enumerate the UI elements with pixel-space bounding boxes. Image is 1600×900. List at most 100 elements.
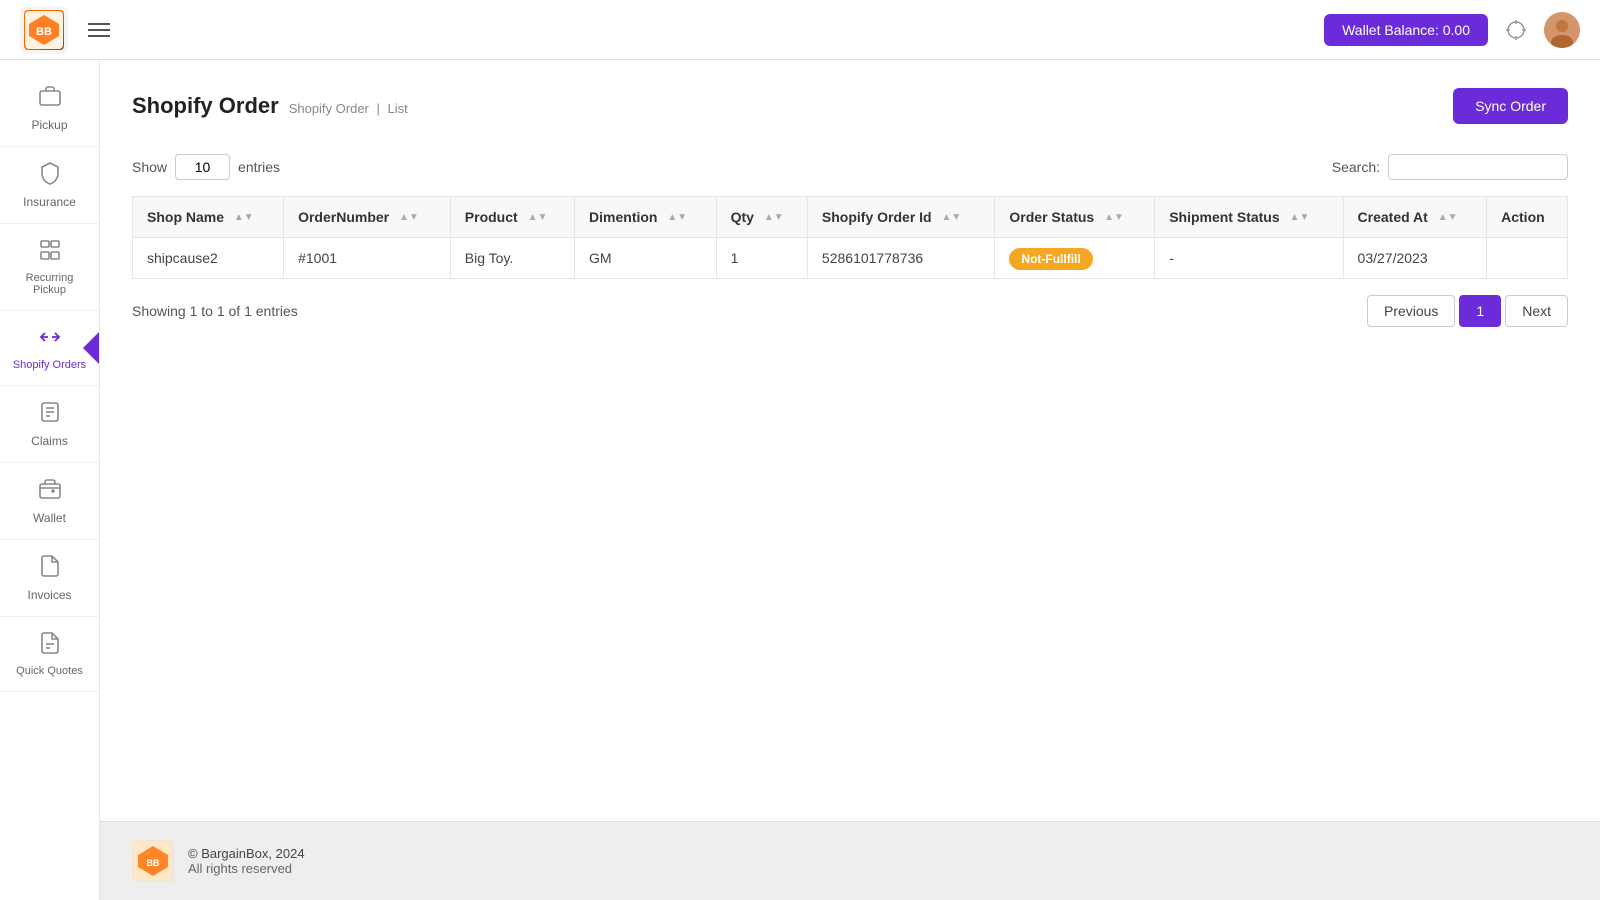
breadcrumb: Shopify Order | List [289,101,408,116]
footer-copyright: © BargainBox, 2024 [188,846,305,861]
sidebar-item-shopify-orders[interactable]: Shopify Orders [0,311,99,386]
page-title-area: Shopify Order Shopify Order | List [132,93,408,119]
claims-icon [38,400,62,428]
table-header: Shop Name ▲▼ OrderNumber ▲▼ Product ▲▼ [133,197,1568,238]
sidebar-label-claims: Claims [31,434,68,448]
main-content: Shopify Order Shopify Order | List Sync … [100,60,1600,900]
svg-text:BB: BB [36,26,52,38]
shopify-orders-icon [38,325,62,353]
sort-icon-dimention: ▲▼ [667,213,687,223]
page-1-button[interactable]: 1 [1459,295,1501,327]
col-order-status-label: Order Status [1009,209,1094,225]
breadcrumb-current: List [388,101,408,116]
sidebar-item-pickup[interactable]: Pickup [0,70,99,147]
sort-icon-shop-name: ▲▼ [234,213,254,223]
breadcrumb-separator: | [377,101,380,116]
sidebar: Pickup Insurance Recurring Pickup [0,60,100,900]
cell-shop-name: shipcause2 [133,238,284,279]
logo: BB [20,6,68,54]
col-order-number-label: OrderNumber [298,209,389,225]
entries-input[interactable] [175,154,230,180]
col-order-status[interactable]: Order Status ▲▼ [995,197,1155,238]
show-label: Show [132,159,167,175]
recurring-pickup-icon [38,238,62,266]
sort-icon-shipment-status: ▲▼ [1290,213,1310,223]
cell-qty: 1 [716,238,807,279]
wallet-balance-button[interactable]: Wallet Balance: 0.00 [1324,14,1488,46]
quick-quotes-icon [38,631,62,659]
footer-logo: BB [132,840,174,882]
showing-text: Showing 1 to 1 of 1 entries [132,303,298,319]
navbar-right: Wallet Balance: 0.00 [1324,12,1580,48]
cell-shipment-status: - [1155,238,1343,279]
page-title: Shopify Order [132,93,279,119]
cell-order-number: #1001 [284,238,451,279]
col-shopify-order-id[interactable]: Shopify Order Id ▲▼ [807,197,994,238]
sort-icon-shopify-order-id: ▲▼ [942,213,962,223]
col-product-label: Product [465,209,518,225]
page-header: Shopify Order Shopify Order | List Sync … [132,88,1568,124]
sidebar-item-recurring-pickup[interactable]: Recurring Pickup [0,224,99,311]
sidebar-item-claims[interactable]: Claims [0,386,99,463]
avatar[interactable] [1544,12,1580,48]
col-order-number[interactable]: OrderNumber ▲▼ [284,197,451,238]
sidebar-label-wallet: Wallet [33,511,66,525]
sidebar-item-insurance[interactable]: Insurance [0,147,99,224]
footer: BB © BargainBox, 2024 All rights reserve… [100,821,1600,900]
search-input[interactable] [1388,154,1568,180]
col-product[interactable]: Product ▲▼ [450,197,574,238]
col-created-at[interactable]: Created At ▲▼ [1343,197,1487,238]
previous-button[interactable]: Previous [1367,295,1455,327]
sidebar-label-quick-quotes: Quick Quotes [16,665,83,677]
cell-dimention: GM [575,238,717,279]
sort-icon-product: ▲▼ [528,213,548,223]
sort-icon-qty: ▲▼ [764,213,784,223]
sidebar-item-invoices[interactable]: Invoices [0,540,99,617]
col-action-label: Action [1501,209,1545,225]
sync-order-button[interactable]: Sync Order [1453,88,1568,124]
col-shopify-order-id-label: Shopify Order Id [822,209,932,225]
col-shop-name-label: Shop Name [147,209,224,225]
footer-text: © BargainBox, 2024 All rights reserved [188,846,305,876]
wallet-icon [38,477,62,505]
search-label: Search: [1332,159,1380,175]
search-area: Search: [1332,154,1568,180]
sidebar-item-quick-quotes[interactable]: Quick Quotes [0,617,99,692]
sidebar-label-pickup: Pickup [31,118,67,132]
navbar-left: BB [20,6,110,54]
col-qty-label: Qty [731,209,754,225]
cell-created-at: 03/27/2023 [1343,238,1487,279]
cell-order-status: Not-Fullfill [995,238,1155,279]
col-shipment-status[interactable]: Shipment Status ▲▼ [1155,197,1343,238]
col-qty[interactable]: Qty ▲▼ [716,197,807,238]
sidebar-label-invoices: Invoices [27,588,71,602]
sidebar-item-wallet[interactable]: Wallet [0,463,99,540]
col-action: Action [1487,197,1568,238]
logo-icon: BB [24,10,64,50]
col-shop-name[interactable]: Shop Name ▲▼ [133,197,284,238]
data-table: Shop Name ▲▼ OrderNumber ▲▼ Product ▲▼ [132,196,1568,279]
pagination-area: Showing 1 to 1 of 1 entries Previous 1 N… [132,295,1568,327]
footer-rights: All rights reserved [188,861,305,876]
sidebar-label-recurring-pickup: Recurring Pickup [8,272,91,296]
order-status-badge: Not-Fullfill [1009,248,1092,270]
navbar: BB Wallet Balance: 0.00 [0,0,1600,60]
table-body: shipcause2#1001Big Toy.GM15286101778736N… [133,238,1568,279]
hamburger-menu[interactable] [88,23,110,37]
invoices-icon [38,554,62,582]
content-area: Shopify Order Shopify Order | List Sync … [100,60,1600,821]
pickup-icon [38,84,62,112]
insurance-icon [38,161,62,189]
next-button[interactable]: Next [1505,295,1568,327]
svg-text:BB: BB [147,858,160,868]
col-shipment-status-label: Shipment Status [1169,209,1279,225]
cell-shopify-order-id: 5286101778736 [807,238,994,279]
layout: Pickup Insurance Recurring Pickup [0,60,1600,900]
sort-icon-order-number: ▲▼ [399,213,419,223]
crosshair-icon[interactable] [1502,16,1530,44]
col-dimention[interactable]: Dimention ▲▼ [575,197,717,238]
breadcrumb-parent-link[interactable]: Shopify Order [289,101,369,116]
sidebar-label-insurance: Insurance [23,195,76,209]
pagination: Previous 1 Next [1367,295,1568,327]
show-entries: Show entries [132,154,280,180]
